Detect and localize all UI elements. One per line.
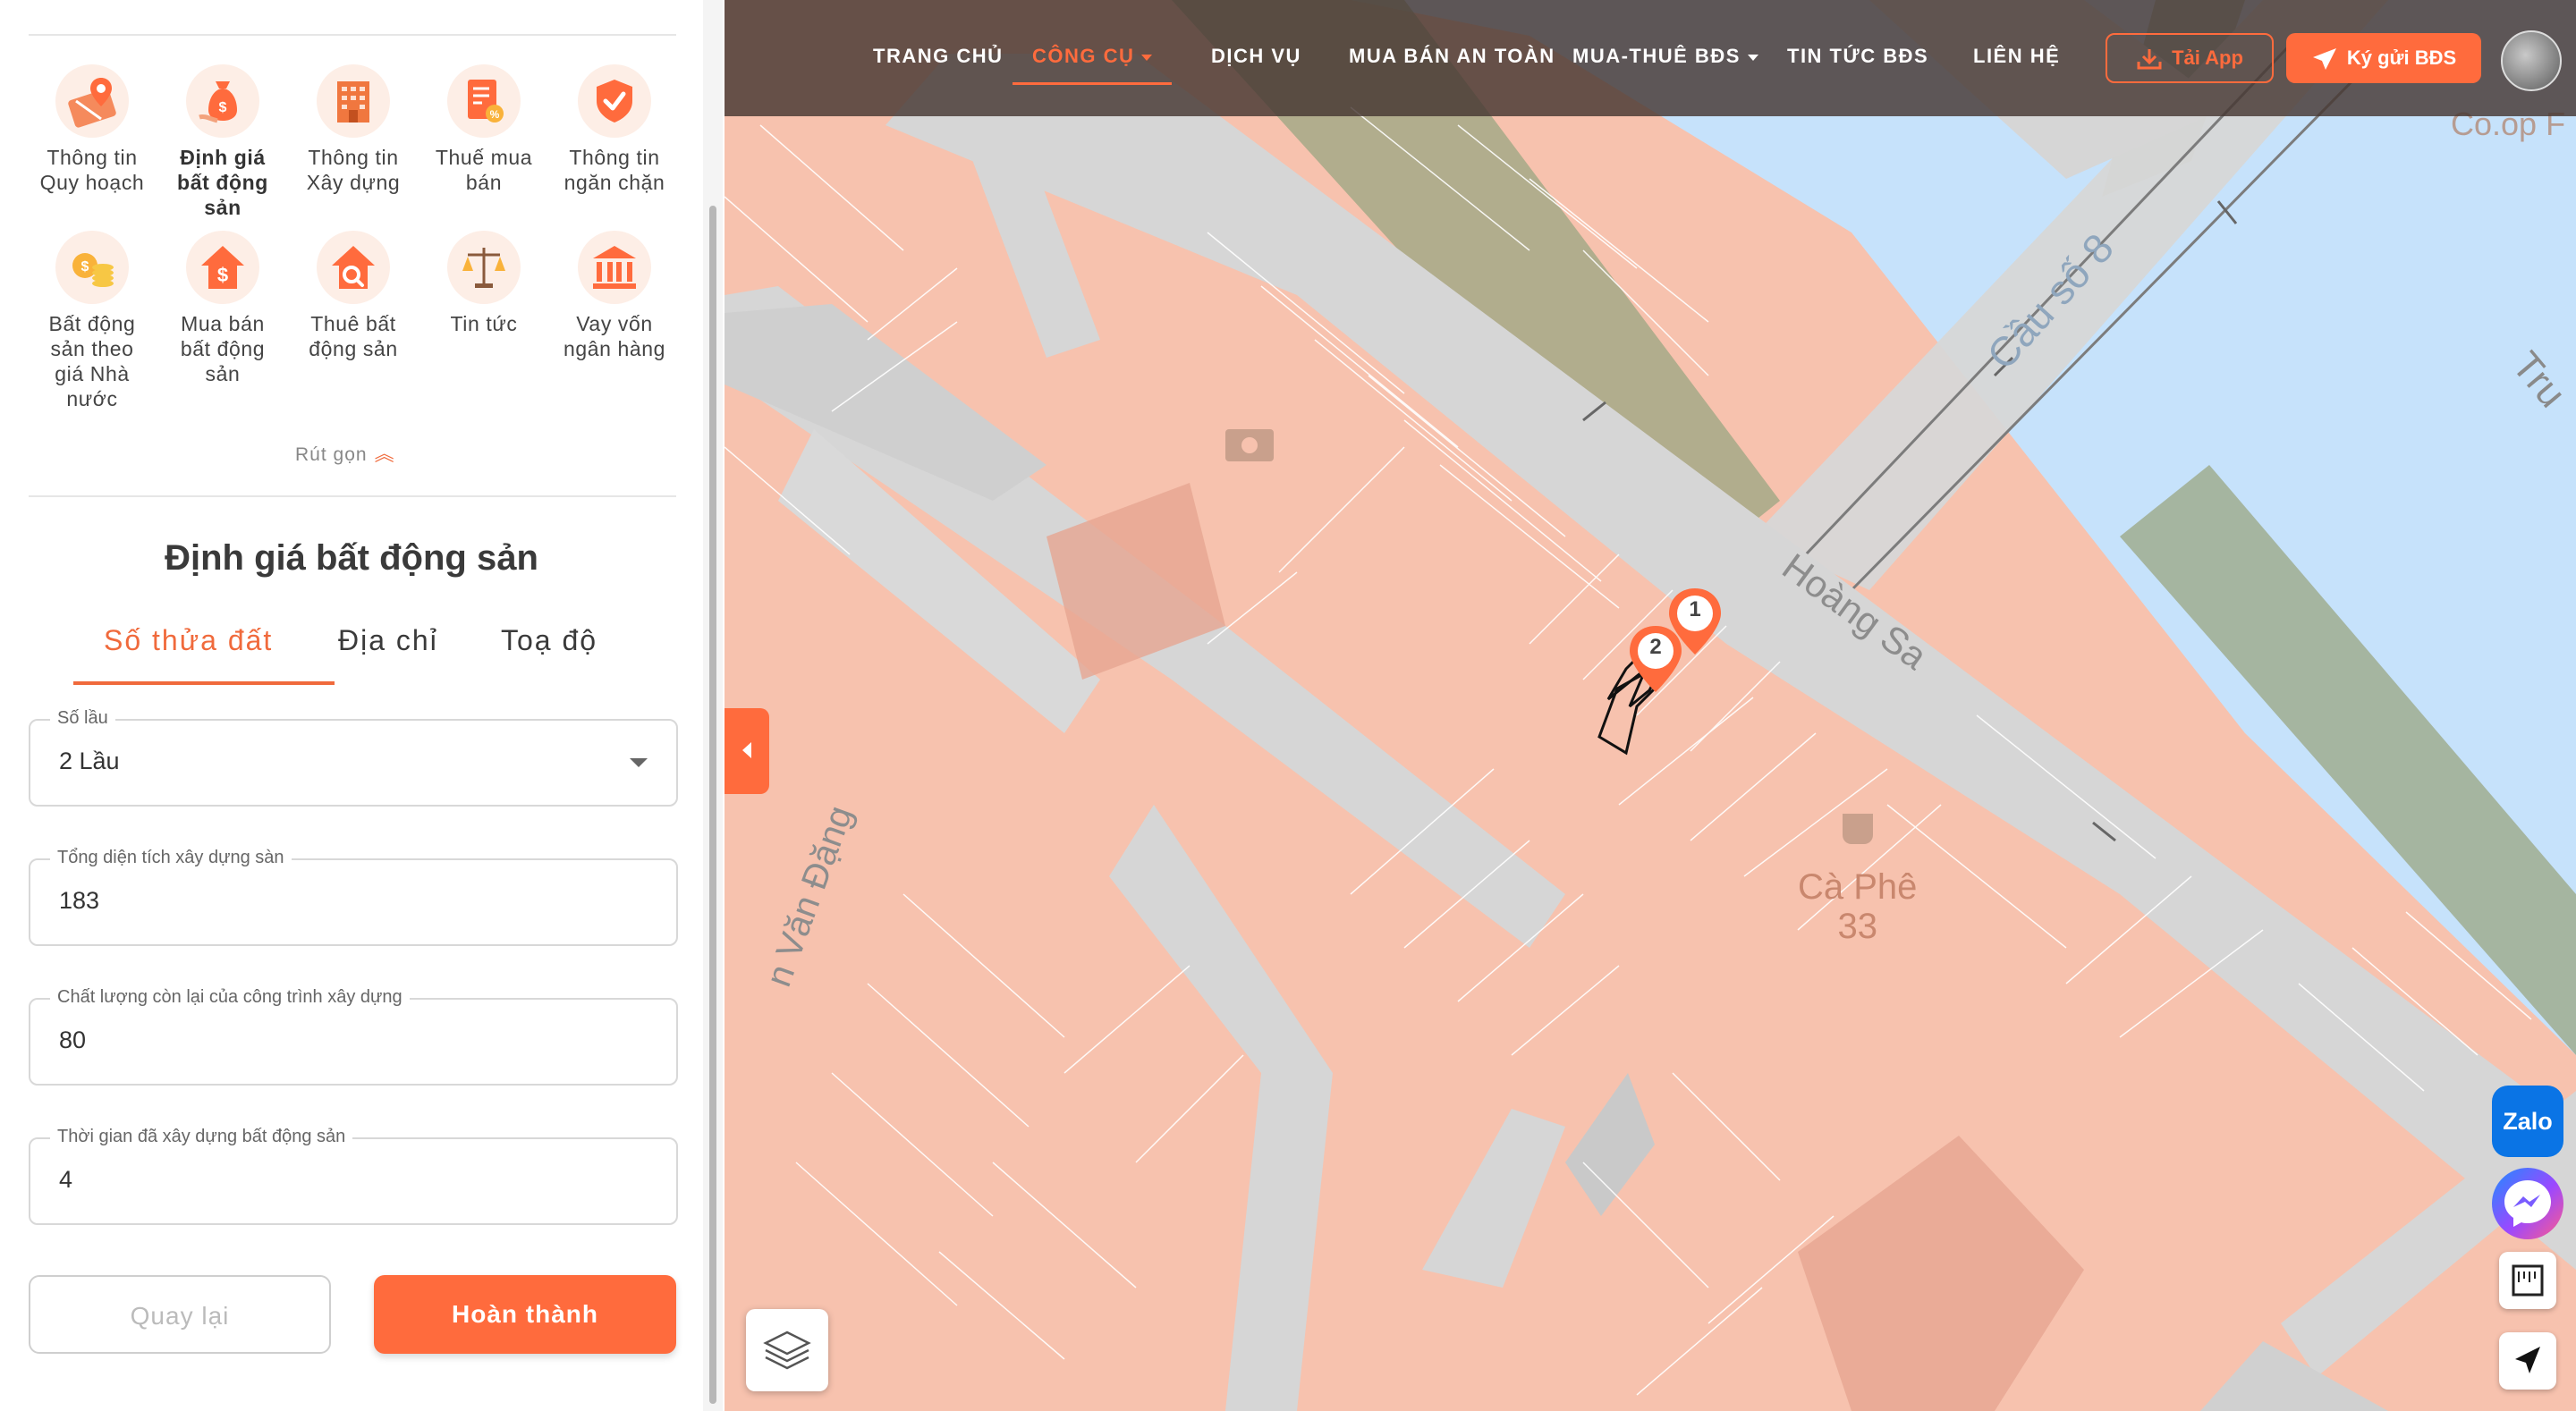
nav-tools-label: CÔNG CỤ — [1032, 45, 1135, 67]
chevron-left-icon — [742, 742, 751, 758]
field-label: Tổng diện tích xây dựng sàn — [50, 848, 292, 868]
nav-news[interactable]: TIN TỨC BĐS — [1787, 45, 1928, 68]
tab-address[interactable]: Địa chỉ — [338, 617, 438, 664]
nav-buy-rent-label: MUA-THUÊ BĐS — [1572, 45, 1741, 67]
dropdown-caret-icon — [630, 758, 648, 767]
messenger-icon — [2504, 1180, 2551, 1227]
layers-icon — [763, 1331, 811, 1370]
nav-buy-rent[interactable]: MUA-THUÊ BĐS — [1572, 45, 1758, 68]
tool-planning-info[interactable]: Thông tin Quy hoạch — [25, 64, 159, 195]
tool-state-price[interactable]: $ Bất động sản theo giá Nhà nước — [25, 231, 159, 411]
collapse-toggle[interactable]: Rút gọn ︽ — [295, 438, 395, 467]
layers-button[interactable] — [746, 1309, 828, 1391]
tax-document-icon: % — [447, 64, 521, 138]
shield-check-icon — [578, 64, 651, 138]
tool-buy-sell[interactable]: $ Mua bán bất động sản — [156, 231, 290, 386]
total-area-input[interactable]: Tổng diện tích xây dựng sàn 183 — [29, 848, 678, 946]
tool-label: Thuê bất động sản — [309, 312, 398, 360]
map-marker-2[interactable]: 2 — [1628, 624, 1683, 694]
cafe-label: Cà Phê 33 — [1798, 867, 1918, 946]
tool-sale-tax[interactable]: % Thuế mua bán — [417, 64, 551, 195]
nav-safe-trading[interactable]: MUA BÁN AN TOÀN — [1349, 45, 1555, 68]
back-button[interactable]: Quay lại — [29, 1275, 331, 1354]
years-built-input[interactable]: Thời gian đã xây dựng bất động sản 4 — [29, 1127, 678, 1225]
field-value: 183 — [59, 887, 100, 914]
messenger-chat-button[interactable] — [2492, 1168, 2563, 1239]
scales-icon — [447, 231, 521, 304]
tool-construction-info[interactable]: Thông tin Xây dựng — [286, 64, 420, 195]
active-tab-indicator — [73, 681, 335, 685]
marker-number: 2 — [1649, 635, 1662, 659]
svg-text:$: $ — [81, 259, 89, 275]
active-nav-indicator — [1013, 82, 1172, 85]
house-dollar-icon: $ — [186, 231, 259, 304]
collapse-label: Rút gọn — [295, 444, 368, 465]
zalo-chat-button[interactable]: Zalo — [2492, 1086, 2563, 1157]
chevrons-up-icon: ︽ — [374, 443, 395, 465]
nav-tools[interactable]: CÔNG CỤ — [1032, 45, 1153, 68]
download-app-label: Tải App — [2172, 46, 2243, 69]
panel-collapse-button[interactable] — [724, 708, 769, 794]
tool-bank-loan[interactable]: Vay vốn ngân hàng — [547, 231, 682, 361]
download-icon — [2137, 49, 2162, 70]
valuation-panel: Thông tin Quy hoạch $ Định giá bất động … — [0, 0, 723, 1411]
nav-contact[interactable]: LIÊN HỆ — [1973, 45, 2060, 68]
scrollbar-thumb[interactable] — [709, 206, 716, 1404]
building-icon — [317, 64, 390, 138]
svg-text:$: $ — [219, 100, 227, 115]
locate-me-button[interactable] — [2499, 1332, 2556, 1390]
finish-button[interactable]: Hoàn thành — [374, 1275, 676, 1354]
tool-property-valuation[interactable]: $ Định giá bất động sản — [156, 64, 290, 220]
field-value: 4 — [59, 1166, 73, 1193]
valuation-tabs: Số thửa đất Địa chỉ Toạ độ — [29, 617, 676, 689]
field-label: Số lầu — [50, 708, 115, 729]
chevron-down-icon — [1747, 54, 1758, 61]
divider — [29, 495, 676, 497]
tab-parcel-number[interactable]: Số thửa đất — [104, 617, 273, 664]
ruler-icon — [2512, 1264, 2544, 1297]
coins-icon: $ — [55, 231, 129, 304]
tool-label: Mua bán bất động sản — [180, 312, 266, 385]
field-value: 80 — [59, 1027, 87, 1053]
tool-news[interactable]: Tin tức — [417, 231, 551, 336]
map-base-layer — [724, 0, 2576, 1411]
money-bag-icon: $ — [186, 64, 259, 138]
download-app-button[interactable]: Tải App — [2106, 33, 2274, 83]
tool-rent[interactable]: Thuê bất động sản — [286, 231, 420, 361]
bank-icon — [578, 231, 651, 304]
divider — [29, 34, 676, 36]
field-label: Chất lượng còn lại của công trình xây dự… — [50, 987, 410, 1008]
tool-label: Tin tức — [450, 312, 518, 335]
tool-label: Thông tin ngăn chặn — [564, 146, 665, 194]
floors-select[interactable]: Số lầu 2 Lầu — [29, 708, 678, 807]
nav-home[interactable]: TRANG CHỦ — [873, 45, 1004, 68]
planning-map-pin-icon — [55, 64, 129, 138]
tool-label: Vay vốn ngân hàng — [563, 312, 666, 360]
section-title: Định giá bất động sản — [165, 538, 538, 578]
user-avatar[interactable] — [2501, 30, 2562, 91]
nav-services[interactable]: DỊCH VỤ — [1211, 45, 1301, 68]
quality-input[interactable]: Chất lượng còn lại của công trình xây dự… — [29, 987, 678, 1086]
marker-number: 1 — [1689, 597, 1701, 621]
svg-text:%: % — [490, 108, 500, 121]
tool-label: Thuế mua bán — [435, 146, 533, 194]
house-search-icon — [317, 231, 390, 304]
chevron-down-icon — [1141, 54, 1153, 61]
tool-label: Thông tin Quy hoạch — [39, 146, 145, 194]
tool-label: Bất động sản theo giá Nhà nước — [48, 312, 136, 410]
post-listing-button[interactable]: Ký gửi BĐS — [2286, 33, 2481, 83]
field-label: Thời gian đã xây dựng bất động sản — [50, 1127, 353, 1147]
svg-text:$: $ — [217, 264, 228, 286]
paper-plane-icon — [2312, 48, 2336, 71]
map-canvas[interactable]: Cầu số 8 Hoàng Sa n Văn Đặng Cà Phê 33 C… — [724, 0, 2576, 1411]
tab-coordinates[interactable]: Toạ độ — [501, 617, 597, 664]
tool-label: Thông tin Xây dựng — [306, 146, 401, 194]
post-listing-label: Ký gửi BĐS — [2346, 46, 2457, 69]
tool-blocking-info[interactable]: Thông tin ngăn chặn — [547, 64, 682, 195]
navigation-arrow-icon — [2515, 1347, 2540, 1373]
tool-label: Định giá bất động sản — [177, 146, 268, 219]
field-value: 2 Lầu — [59, 748, 120, 774]
measure-button[interactable] — [2499, 1252, 2556, 1309]
